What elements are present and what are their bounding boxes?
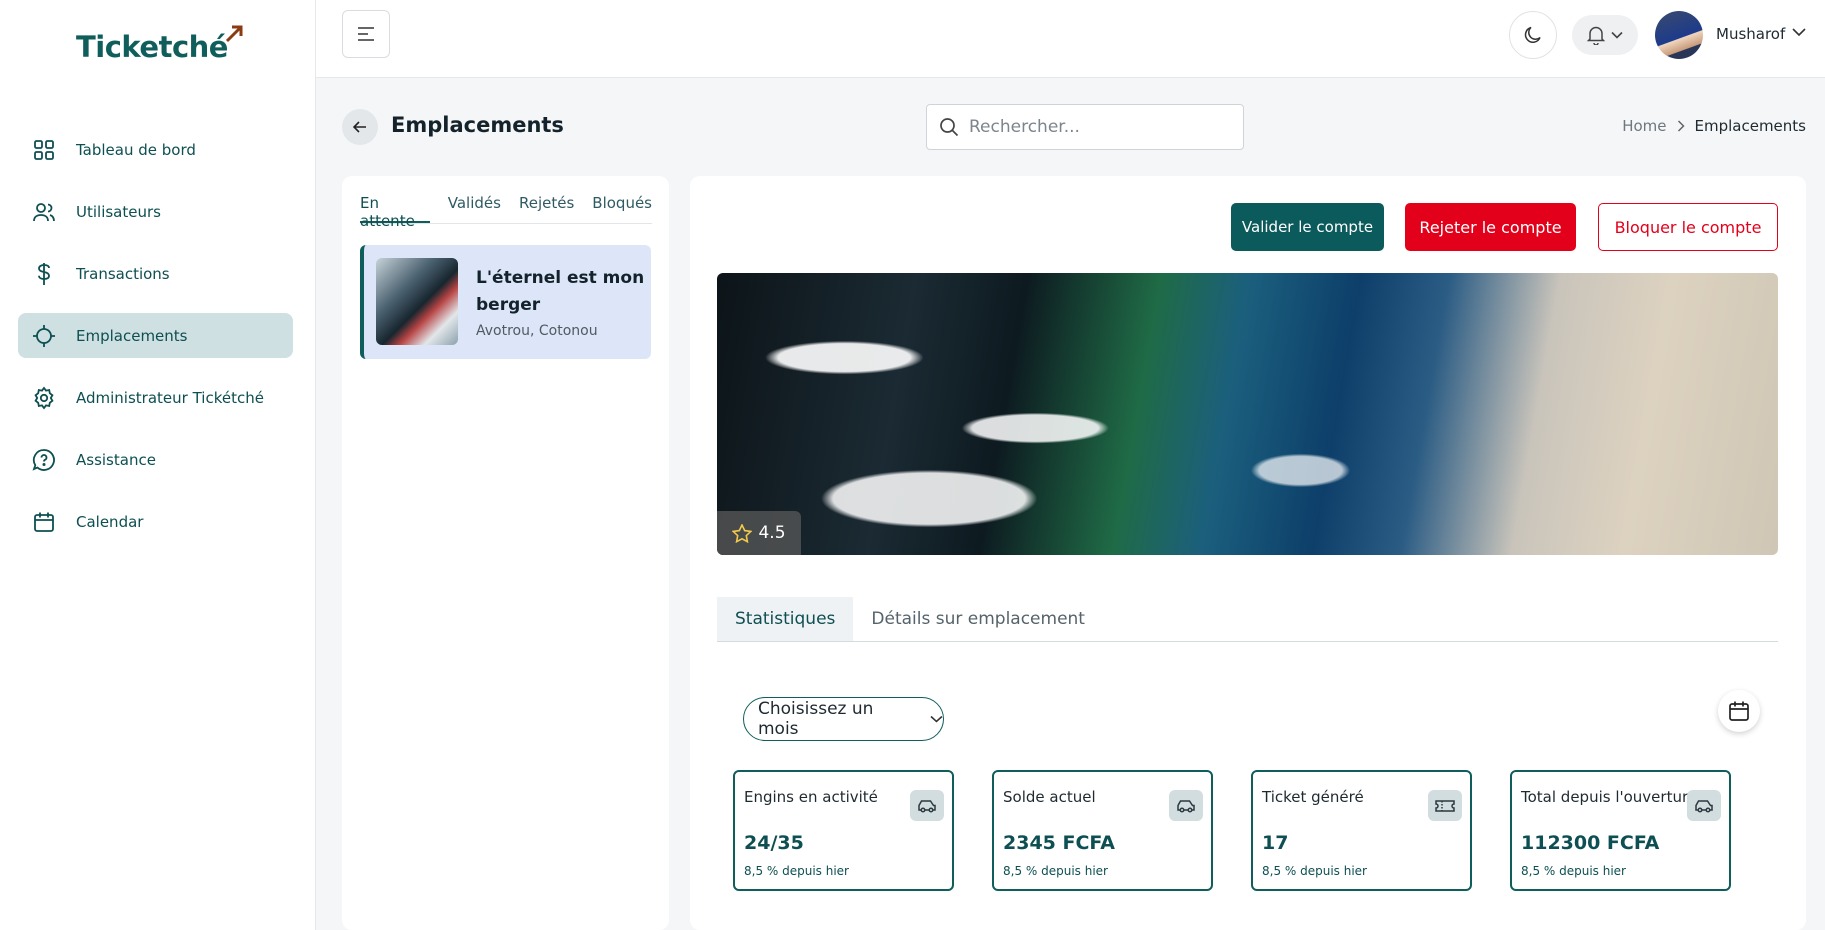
stat-label: Ticket généré [1262,788,1364,806]
help-chat-icon [32,448,56,472]
sidebar-item-label: Utilisateurs [76,202,161,221]
sidebar-item-label: Emplacements [76,326,188,345]
stat-card-total-since-opening: Total depuis l'ouverture 112300 FCFA 8,5… [1510,770,1731,891]
sidebar-item-calendar[interactable]: Calendar [18,499,293,544]
sidebar-item-label: Transactions [76,264,170,283]
locations-list-panel: En attente Validés Rejetés Bloqués L'éte… [342,176,669,930]
tab-validated[interactable]: Validés [448,194,501,223]
sidebar-nav: Tableau de bord Utilisateurs Transaction… [18,127,293,561]
calendar-icon [1729,701,1749,721]
search-icon [940,118,959,137]
ticket-icon [1428,790,1462,821]
calendar-icon [32,510,56,534]
sidebar-item-label: Tableau de bord [76,140,196,159]
gear-icon [32,386,56,410]
tab-pending[interactable]: En attente [360,194,430,230]
location-detail-panel: Valider le compte Rejeter le compte Bloq… [690,176,1806,930]
reject-account-button[interactable]: Rejeter le compte [1405,203,1576,251]
avatar[interactable] [1655,11,1703,59]
sidebar-item-admin[interactable]: Administrateur Tickétché [18,375,293,420]
page-title: Emplacements [391,113,564,137]
location-name: L'éternel est mon berger [476,268,645,315]
stat-value: 2345 FCFA [1003,832,1115,854]
dark-mode-toggle[interactable] [1509,11,1557,59]
rating-value: 4.5 [758,523,786,543]
chevron-down-icon [930,715,943,723]
location-cover-image: 4.5 [717,273,1778,555]
stat-change: 8,5 % depuis hier [1262,864,1367,878]
notifications-button[interactable] [1572,15,1638,55]
sidebar-item-users[interactable]: Utilisateurs [18,189,293,234]
breadcrumb: Home Emplacements [1622,117,1806,135]
users-icon [32,200,56,224]
month-select-label: Choisissez un mois [758,699,874,739]
stat-change: 8,5 % depuis hier [744,864,849,878]
stat-card-tickets: Ticket généré 17 8,5 % depuis hier [1251,770,1472,891]
status-tabs: En attente Validés Rejetés Bloqués [360,194,652,230]
car-icon [1687,790,1721,821]
stat-card-current-balance: Solde actuel 2345 FCFA 8,5 % depuis hier [992,770,1213,891]
calendar-button[interactable] [1718,690,1760,732]
block-account-button[interactable]: Bloquer le compte [1598,203,1778,251]
menu-icon [358,27,374,41]
chevron-down-icon [1611,31,1623,39]
sidebar-item-dashboard[interactable]: Tableau de bord [18,127,293,172]
dashboard-grid-icon [32,138,56,162]
sidebar-item-transactions[interactable]: Transactions [18,251,293,296]
car-icon [1169,790,1203,821]
stat-label: Engins en activité [744,788,878,806]
sidebar: Ticketché Tableau de bord Utilisateurs T… [0,0,316,930]
sidebar-item-emplacements[interactable]: Emplacements [18,313,293,358]
chevron-right-icon [1677,120,1685,132]
stat-card-active-vehicles: Engins en activité 24/35 8,5 % depuis hi… [733,770,954,891]
chevron-down-icon[interactable] [1792,27,1806,37]
breadcrumb-home[interactable]: Home [1622,117,1666,135]
logo-arrow-icon [225,25,243,43]
sidebar-item-assistance[interactable]: Assistance [18,437,293,482]
stat-value: 112300 FCFA [1521,832,1660,854]
stat-value: 17 [1262,832,1289,854]
month-select[interactable]: Choisissez un mois [743,697,944,741]
location-address: Avotrou, Cotonou [476,323,598,339]
stat-label: Total depuis l'ouverture [1521,788,1698,806]
top-bar: Musharof [316,0,1825,78]
stat-label: Solde actuel [1003,788,1096,806]
breadcrumb-current: Emplacements [1694,117,1807,135]
bell-icon [1587,26,1605,45]
search-box [926,104,1244,150]
stat-value: 24/35 [744,832,804,854]
menu-toggle-button[interactable] [342,10,390,58]
rating-badge: 4.5 [717,511,801,555]
user-name[interactable]: Musharof [1716,25,1785,43]
validate-account-button[interactable]: Valider le compte [1231,203,1384,251]
tab-rejected[interactable]: Rejetés [519,194,574,223]
brand-logo[interactable]: Ticketché [76,30,228,64]
car-icon [910,790,944,821]
list-item[interactable]: L'éternel est mon berger Avotrou, Cotono… [360,245,651,359]
tab-statistics[interactable]: Statistiques [717,597,854,641]
tab-blocked[interactable]: Bloqués [592,194,652,223]
stat-change: 8,5 % depuis hier [1003,864,1108,878]
sidebar-item-label: Administrateur Tickétché [76,388,264,407]
arrow-left-icon [353,121,366,133]
sidebar-item-label: Calendar [76,512,144,531]
dollar-icon [32,262,56,286]
search-input[interactable] [969,117,1219,137]
detail-tabs: Statistiques Détails sur emplacement [717,597,1778,642]
sidebar-item-label: Assistance [76,450,156,469]
star-icon [732,523,753,543]
moon-icon [1524,26,1541,43]
tab-location-details[interactable]: Détails sur emplacement [853,597,1103,641]
back-button[interactable] [342,109,378,145]
location-crosshair-icon [32,324,56,348]
stat-change: 8,5 % depuis hier [1521,864,1626,878]
location-thumbnail [376,258,458,345]
